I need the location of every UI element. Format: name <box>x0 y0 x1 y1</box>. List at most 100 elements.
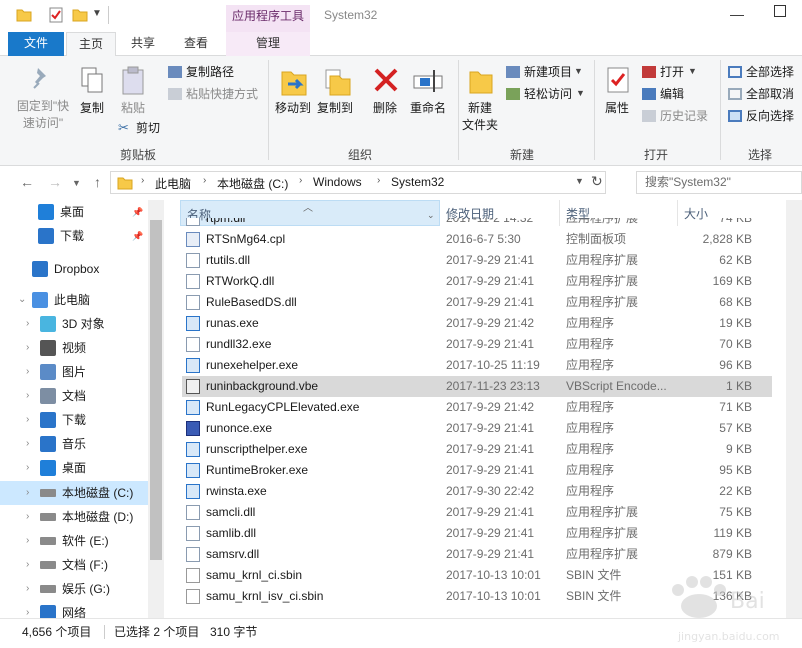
tab-file[interactable]: 文件 <box>8 32 64 56</box>
customize-qa-chevron-icon[interactable]: ▼ <box>92 8 102 19</box>
delete-button[interactable]: 删除 <box>370 100 400 117</box>
properties-check-icon[interactable] <box>48 7 64 23</box>
chevron-right-icon[interactable]: › <box>26 577 29 601</box>
file-row[interactable]: rtutils.dll 2017-9-29 21:41 应用程序扩展 62 KB <box>182 250 772 271</box>
refresh-icon[interactable]: ↻ <box>591 173 603 190</box>
chevron-right-icon[interactable]: › <box>26 529 29 553</box>
nav-item[interactable]: › 文档 (F:) <box>0 553 148 577</box>
nav-item[interactable]: › 娱乐 (G:) <box>0 577 148 601</box>
select-none-button[interactable]: 全部取消 <box>746 86 794 102</box>
file-row[interactable]: rtpm.dll 2017-11-2 14:32 应用程序扩展 74 KB <box>182 218 772 229</box>
breadcrumb-this-pc[interactable]: 此电脑 <box>155 175 191 192</box>
nav-item[interactable]: › 音乐 <box>0 432 148 456</box>
copy-to-button[interactable]: 复制到 <box>316 100 354 117</box>
file-list-scrollbar[interactable] <box>786 200 802 618</box>
forward-arrow-icon[interactable]: → <box>48 174 62 190</box>
tab-view[interactable]: 查看 <box>172 32 220 56</box>
search-input[interactable]: 搜索"System32" <box>636 171 802 194</box>
tab-share[interactable]: 共享 <box>120 32 166 56</box>
breadcrumb-windows[interactable]: Windows <box>313 175 362 189</box>
file-row[interactable]: samlib.dll 2017-9-29 21:41 应用程序扩展 119 KB <box>182 523 772 544</box>
open-button[interactable]: 打开 <box>660 64 684 80</box>
chevron-right-icon[interactable]: › <box>26 360 29 384</box>
chevron-right-icon[interactable]: › <box>26 505 29 529</box>
nav-item[interactable]: › 本地磁盘 (C:) <box>0 481 148 505</box>
move-to-button[interactable]: 移动到 <box>274 100 312 117</box>
breadcrumb-drive-c[interactable]: 本地磁盘 (C:) <box>217 175 288 192</box>
file-row[interactable]: runinbackground.vbe 2017-11-23 23:13 VBScr… <box>182 376 772 397</box>
invert-selection-button[interactable]: 反向选择 <box>746 108 794 124</box>
new-folder-button[interactable]: 新建 文件夹 <box>458 100 502 134</box>
address-bar[interactable]: › 此电脑 › 本地磁盘 (C:) › Windows › System32 ▼… <box>110 171 606 194</box>
rename-button[interactable]: 重命名 <box>406 100 450 117</box>
chevron-right-icon[interactable]: › <box>26 384 29 408</box>
up-arrow-icon[interactable]: ↑ <box>94 174 101 190</box>
folder-icon[interactable] <box>16 7 32 23</box>
chevron-down-icon[interactable]: ⌄ <box>18 288 26 312</box>
chevron-right-icon[interactable]: › <box>26 432 29 456</box>
nav-item[interactable]: › 图片 <box>0 360 148 384</box>
file-row[interactable]: RuleBasedDS.dll 2017-9-29 21:41 应用程序扩展 68 K… <box>182 292 772 313</box>
pin-icon[interactable]: 📌 <box>132 224 143 248</box>
file-row[interactable]: RunLegacyCPLElevated.exe 2017-9-29 21:42 应… <box>182 397 772 418</box>
nav-item[interactable]: › 软件 (E:) <box>0 529 148 553</box>
copy-path-button[interactable]: 复制路径 <box>186 64 234 80</box>
file-row[interactable]: rwinsta.exe 2017-9-30 22:42 应用程序 22 KB <box>182 481 772 502</box>
chevron-right-icon[interactable]: › <box>26 553 29 577</box>
file-row[interactable]: rundll32.exe 2017-9-29 21:41 应用程序 70 KB <box>182 334 772 355</box>
breadcrumb-arrow-icon[interactable]: › <box>377 175 380 186</box>
minimize-button[interactable]: — <box>730 6 744 22</box>
paste-shortcut-button[interactable]: 粘贴快捷方式 <box>186 86 258 102</box>
properties-button[interactable]: 属性 <box>602 100 632 117</box>
copy-button[interactable]: 复制 <box>78 100 106 117</box>
history-button[interactable]: 历史记录 <box>660 108 708 124</box>
nav-item[interactable]: › 本地磁盘 (D:) <box>0 505 148 529</box>
tab-home[interactable]: 主页 <box>66 32 116 57</box>
nav-item[interactable]: Dropbox <box>0 257 148 281</box>
maximize-button[interactable] <box>774 5 786 17</box>
nav-item[interactable]: › 3D 对象 <box>0 312 148 336</box>
breadcrumb-system32[interactable]: System32 <box>391 175 444 189</box>
nav-item[interactable]: › 桌面 <box>0 456 148 480</box>
breadcrumb-arrow-icon[interactable]: › <box>203 175 206 186</box>
recent-chevron-icon[interactable]: ▼ <box>72 178 81 188</box>
tab-manage[interactable]: 管理 <box>226 32 310 56</box>
nav-item[interactable]: 下载 📌 <box>0 224 148 248</box>
paste-button[interactable]: 粘贴 <box>118 100 148 117</box>
file-row[interactable]: runexehelper.exe 2017-10-25 11:19 应用程序 96 K… <box>182 355 772 376</box>
file-row[interactable]: runas.exe 2017-9-29 21:42 应用程序 19 KB <box>182 313 772 334</box>
file-row[interactable]: runonce.exe 2017-9-29 21:41 应用程序 57 KB <box>182 418 772 439</box>
select-all-button[interactable]: 全部选择 <box>746 64 794 80</box>
cut-button[interactable]: 剪切 <box>136 120 160 136</box>
nav-item[interactable]: › 网络 <box>0 601 148 618</box>
file-row[interactable]: runscripthelper.exe 2017-9-29 21:41 应用程序 9 … <box>182 439 772 460</box>
nav-scrollbar[interactable] <box>148 200 164 618</box>
edit-button[interactable]: 编辑 <box>660 86 684 102</box>
chevron-right-icon[interactable]: › <box>26 312 29 336</box>
new-folder-icon[interactable] <box>72 7 88 23</box>
file-row[interactable]: samcli.dll 2017-9-29 21:41 应用程序扩展 75 KB <box>182 502 772 523</box>
pin-quick-access-button[interactable]: 固定到"快速访问" <box>12 98 74 132</box>
file-date: 2017-9-29 21:41 <box>446 421 535 435</box>
address-history-chevron-icon[interactable]: ▼ <box>575 176 584 186</box>
chevron-right-icon[interactable]: › <box>26 481 29 505</box>
nav-item[interactable]: › 文档 <box>0 384 148 408</box>
pin-icon[interactable]: 📌 <box>132 200 143 224</box>
breadcrumb-arrow-icon[interactable]: › <box>299 175 302 186</box>
nav-item[interactable]: ⌄ 此电脑 <box>0 288 148 312</box>
breadcrumb-arrow-icon[interactable]: › <box>141 175 144 186</box>
chevron-right-icon[interactable]: › <box>26 336 29 360</box>
chevron-right-icon[interactable]: › <box>26 408 29 432</box>
new-item-button[interactable]: 新建项目 <box>524 64 572 80</box>
nav-item[interactable]: 桌面 📌 <box>0 200 148 224</box>
file-row[interactable]: RTWorkQ.dll 2017-9-29 21:41 应用程序扩展 169 KB <box>182 271 772 292</box>
chevron-right-icon[interactable]: › <box>26 601 29 618</box>
file-row[interactable]: RTSnMg64.cpl 2016-6-7 5:30 控制面板项 2,828 KB <box>182 229 772 250</box>
chevron-right-icon[interactable]: › <box>26 456 29 480</box>
nav-item[interactable]: › 视频 <box>0 336 148 360</box>
easy-access-button[interactable]: 轻松访问 <box>524 86 572 102</box>
nav-item[interactable]: › 下载 <box>0 408 148 432</box>
back-arrow-icon[interactable]: ← <box>20 174 34 190</box>
nav-scrollbar-thumb[interactable] <box>150 220 162 560</box>
file-row[interactable]: RuntimeBroker.exe 2017-9-29 21:41 应用程序 95 K… <box>182 460 772 481</box>
